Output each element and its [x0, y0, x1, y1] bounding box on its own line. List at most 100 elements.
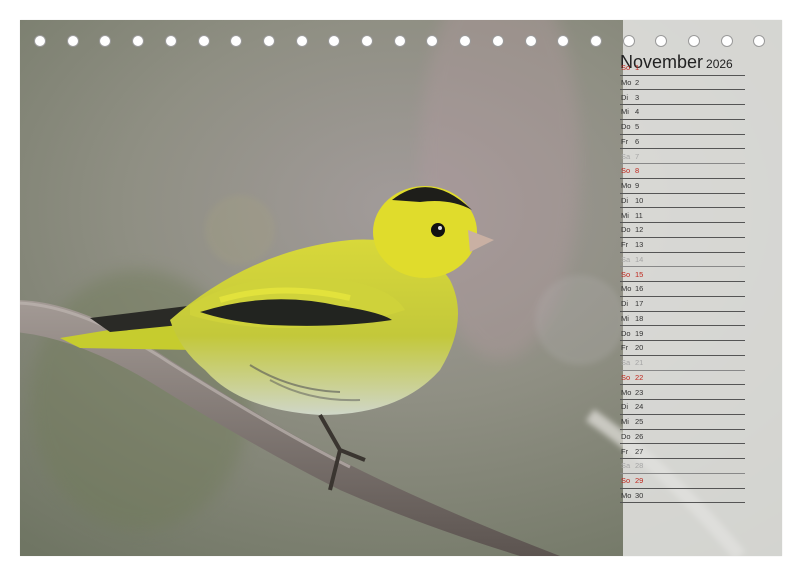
day-row: Di 3 — [620, 91, 745, 106]
day-number: 21 — [635, 358, 644, 367]
day-name: Fr — [621, 343, 629, 353]
binding-ring — [720, 35, 733, 47]
day-name: Di — [621, 92, 629, 102]
day-name: Mi — [621, 107, 629, 117]
day-number: 29 — [635, 476, 644, 485]
binding-ring — [655, 35, 668, 47]
day-number: 30 — [635, 490, 644, 500]
day-row: Di 10 — [620, 194, 745, 209]
day-row: Mi 18 — [620, 312, 745, 327]
day-row: Mo 23 — [620, 386, 745, 401]
day-row: Fr 6 — [620, 135, 745, 150]
day-number: 2 — [635, 77, 640, 87]
day-row: Do 12 — [620, 223, 745, 238]
binding-ring — [197, 35, 210, 47]
binding-ring — [66, 35, 79, 47]
binding-ring — [328, 35, 341, 47]
day-row: Mo 2 — [620, 76, 745, 91]
binding-ring — [393, 35, 406, 47]
day-row: Sa 7 — [620, 150, 745, 165]
day-number: 1 — [635, 63, 640, 72]
day-number: 22 — [635, 372, 644, 382]
day-row: Do 19 — [620, 327, 745, 342]
day-name: Do — [621, 328, 631, 338]
day-row: Do 5 — [620, 120, 745, 135]
day-name: Do — [621, 431, 631, 441]
day-number: 6 — [635, 136, 640, 146]
day-name: So — [621, 269, 631, 279]
binding-ring — [426, 35, 439, 47]
binding-ring — [361, 35, 373, 47]
day-row: Mo 16 — [620, 282, 745, 297]
day-row: Mo 9 — [620, 179, 745, 194]
day-number: 17 — [635, 299, 644, 308]
day-number: 15 — [635, 269, 644, 279]
binding-ring — [262, 35, 275, 47]
day-number: 24 — [635, 402, 644, 412]
day-number: 12 — [635, 225, 644, 235]
day-name: Do — [621, 225, 631, 235]
day-row: Sa 14 — [620, 253, 745, 268]
day-name: Mo — [621, 490, 632, 500]
day-number: 7 — [635, 151, 640, 161]
day-name: Di — [621, 195, 629, 205]
day-number: 8 — [635, 166, 640, 176]
day-number: 25 — [635, 417, 644, 426]
day-name: Mi — [621, 210, 629, 220]
day-name: Mo — [621, 387, 632, 397]
day-name: Sa — [621, 358, 631, 367]
binding-ring — [589, 35, 602, 47]
day-number: 27 — [635, 446, 644, 456]
day-row: Sa 21 — [620, 356, 745, 371]
day-name: Mo — [621, 284, 632, 294]
binding-ring — [459, 35, 472, 47]
day-name: So — [621, 166, 631, 176]
day-number: 14 — [635, 254, 644, 264]
day-number: 26 — [635, 431, 644, 441]
binding-ring — [295, 35, 308, 47]
binding-ring — [132, 35, 145, 47]
day-name: Fr — [621, 136, 629, 146]
day-row: So 15 — [620, 268, 745, 283]
day-row: Di 24 — [620, 400, 745, 415]
day-number: 16 — [635, 284, 644, 294]
binding-ring — [34, 35, 46, 47]
day-number: 10 — [635, 195, 644, 205]
day-number: 9 — [635, 181, 640, 190]
day-name: Sa — [621, 151, 631, 161]
binding-ring — [622, 35, 635, 47]
binding-ring — [491, 35, 504, 47]
day-number: 13 — [635, 240, 644, 249]
day-row: Mi 4 — [620, 105, 745, 120]
day-name: So — [621, 63, 631, 72]
day-name: So — [621, 372, 631, 382]
day-number: 11 — [635, 210, 643, 220]
day-name: Di — [621, 402, 629, 412]
day-name: Sa — [621, 254, 631, 264]
day-row: So 1 — [620, 61, 745, 76]
binding-ring — [164, 35, 177, 47]
day-row: Fr 20 — [620, 341, 745, 356]
day-number: 20 — [635, 343, 644, 353]
day-row: Di 17 — [620, 297, 745, 312]
day-name: Di — [621, 299, 629, 308]
day-row: So 8 — [620, 164, 745, 179]
day-name: Sa — [621, 461, 631, 471]
day-row: Do 26 — [620, 430, 745, 445]
day-row: Fr 27 — [620, 445, 745, 460]
day-row: Fr 13 — [620, 238, 745, 253]
day-name: So — [621, 476, 631, 485]
binding-ring — [557, 35, 570, 47]
binding-ring — [230, 35, 243, 47]
day-number: 23 — [635, 387, 644, 397]
day-number: 28 — [635, 461, 644, 471]
day-name: Do — [621, 122, 631, 131]
day-name: Mi — [621, 313, 629, 323]
day-row: Sa 28 — [620, 459, 745, 474]
day-number: 19 — [635, 328, 644, 338]
day-name: Mo — [621, 181, 632, 190]
day-name: Fr — [621, 240, 629, 249]
binding-ring — [688, 35, 700, 47]
day-name: Mo — [621, 77, 632, 87]
day-number: 3 — [635, 92, 640, 102]
